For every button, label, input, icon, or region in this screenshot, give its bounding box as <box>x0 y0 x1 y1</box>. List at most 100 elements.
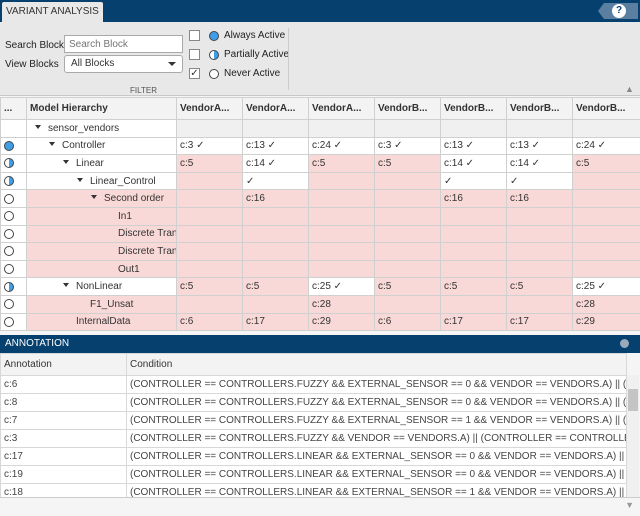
hierarchy-cell[interactable]: Linear_Control <box>26 171 177 191</box>
table-row[interactable]: NonLinear c:5 c:5 c:25 ✓ c:5 c:5 c:5 c:25 ✓ <box>0 277 640 296</box>
variant-cell <box>374 189 441 208</box>
variant-cell <box>506 259 573 279</box>
help-button[interactable]: ? <box>598 3 638 19</box>
block-name: Out1 <box>118 263 140 275</box>
variant-cell <box>308 206 375 226</box>
variant-cell <box>308 189 375 208</box>
expand-triangle-icon[interactable] <box>35 124 41 132</box>
hierarchy-cell[interactable]: Controller <box>26 136 177 156</box>
table-row[interactable]: Discrete Trans <box>0 242 640 261</box>
table-row[interactable]: Discrete Trans <box>0 224 640 244</box>
hierarchy-cell[interactable]: Discrete Trans <box>26 224 177 244</box>
hierarchy-cell[interactable]: sensor_vendors <box>26 119 177 138</box>
annotation-row[interactable]: c:7 (CONTROLLER == CONTROLLERS.FUZZY && E… <box>0 411 627 430</box>
table-row[interactable]: Out1 <box>0 259 640 279</box>
expand-triangle-icon[interactable] <box>63 283 69 290</box>
partial-active-icon <box>4 158 14 169</box>
partially-active-checkbox[interactable] <box>189 49 200 60</box>
status-cell <box>0 242 27 261</box>
expand-triangle-icon[interactable] <box>91 195 97 202</box>
annotation-cell: c:7 <box>0 411 127 430</box>
variant-cell: ✓ <box>440 171 507 191</box>
annotation-cell: c:8 <box>0 393 127 412</box>
variant-cell <box>506 294 573 314</box>
column-header[interactable]: VendorA... <box>308 97 375 120</box>
column-header[interactable]: VendorA... <box>176 97 243 120</box>
column-header[interactable]: ... <box>0 97 27 120</box>
view-blocks-dropdown[interactable]: All Blocks <box>64 55 183 73</box>
annotation-row[interactable]: c:17 (CONTROLLER == CONTROLLERS.LINEAR &&… <box>0 447 627 466</box>
variant-cell: c:16 <box>242 189 309 208</box>
table-row[interactable]: sensor_vendors <box>0 119 640 138</box>
table-row[interactable]: In1 <box>0 206 640 226</box>
hierarchy-cell[interactable]: F1_Unsat <box>26 294 177 314</box>
column-header[interactable]: VendorB... <box>506 97 573 120</box>
hierarchy-cell[interactable]: Discrete Trans <box>26 242 177 261</box>
table-row[interactable]: Linear_Control ✓ ✓ ✓ <box>0 171 640 191</box>
status-cell <box>0 224 27 244</box>
column-header[interactable]: Condition <box>126 353 627 376</box>
column-header[interactable]: VendorB... <box>440 97 507 120</box>
expand-triangle-icon[interactable] <box>49 142 55 149</box>
expand-panel-icon[interactable]: ▼ <box>625 500 634 510</box>
annotation-row[interactable]: c:6 (CONTROLLER == CONTROLLERS.FUZZY && E… <box>0 375 627 394</box>
table-row[interactable]: Controller c:3 ✓ c:13 ✓ c:24 ✓ c:3 ✓ c:13 ✓ c:… <box>0 136 640 156</box>
hierarchy-cell[interactable]: InternalData <box>26 312 177 332</box>
block-name: In1 <box>118 210 132 222</box>
variant-cell <box>308 119 375 138</box>
hierarchy-cell[interactable]: In1 <box>26 206 177 226</box>
variant-cell: c:13 ✓ <box>242 136 309 156</box>
never-active-checkbox[interactable]: ✓ <box>189 68 200 79</box>
column-header[interactable]: Model Hierarchy <box>26 97 177 120</box>
annotation-row[interactable]: c:3 (CONTROLLER == CONTROLLERS.FUZZY && V… <box>0 429 627 448</box>
always-active-checkbox[interactable] <box>189 30 200 41</box>
table-row[interactable]: Linear c:5 c:14 ✓ c:5 c:5 c:14 ✓ c:14 ✓ c:5 <box>0 154 640 173</box>
block-name: Linear_Control <box>90 175 156 187</box>
variant-cell <box>242 242 309 261</box>
variant-cell <box>242 224 309 244</box>
hierarchy-cell[interactable]: NonLinear <box>26 277 177 296</box>
variant-cell: c:25 ✓ <box>572 277 640 296</box>
never-active-icon <box>209 69 219 79</box>
variant-cell <box>176 242 243 261</box>
variant-cell <box>308 224 375 244</box>
table-row[interactable]: Second order c:16 c:16 c:16 <box>0 189 640 208</box>
tab-variant-analysis[interactable]: VARIANT ANALYSIS <box>2 2 103 22</box>
table-row[interactable]: InternalData c:6 c:17 c:29 c:6 c:17 c:17 c:29 <box>0 312 640 332</box>
filter-section-label: FILTER <box>130 86 157 95</box>
column-header[interactable]: VendorB... <box>572 97 640 120</box>
variant-cell <box>176 119 243 138</box>
table-row[interactable]: F1_Unsat c:28 c:28 <box>0 294 640 314</box>
expand-triangle-icon[interactable] <box>63 159 69 167</box>
column-header[interactable]: Annotation <box>0 353 127 376</box>
variant-cell <box>176 189 243 208</box>
scrollbar-thumb[interactable] <box>628 389 638 411</box>
search-input[interactable] <box>64 35 183 53</box>
hierarchy-cell[interactable]: Linear <box>26 154 177 173</box>
variant-cell <box>374 224 441 244</box>
variant-cell: ✓ <box>506 171 573 191</box>
variant-cell: c:5 <box>176 277 243 296</box>
variant-cell: c:5 <box>440 277 507 296</box>
collapse-toolstrip-icon[interactable]: ▲ <box>625 84 634 94</box>
partially-active-label: Partially Active <box>224 49 290 60</box>
variant-cell <box>176 224 243 244</box>
block-name: sensor_vendors <box>48 122 120 134</box>
status-cell <box>0 154 27 173</box>
annotation-row[interactable]: c:19 (CONTROLLER == CONTROLLERS.LINEAR &&… <box>0 465 627 484</box>
annotation-table: Annotation Condition c:6 (CONTROLLER == CON… <box>0 353 627 502</box>
variant-cell: c:6 <box>374 312 441 332</box>
hierarchy-cell[interactable]: Second order <box>26 189 177 208</box>
expand-triangle-icon[interactable] <box>77 177 83 185</box>
block-name: InternalData <box>76 316 131 328</box>
variant-cell <box>374 259 441 279</box>
hierarchy-cell[interactable]: Out1 <box>26 259 177 279</box>
annotation-row[interactable]: c:8 (CONTROLLER == CONTROLLERS.FUZZY && E… <box>0 393 627 412</box>
close-panel-icon[interactable] <box>620 339 629 348</box>
variant-cell: c:5 <box>374 277 441 296</box>
variant-cell: c:29 <box>572 312 640 332</box>
column-header[interactable]: VendorB... <box>374 97 441 120</box>
column-header[interactable]: VendorA... <box>242 97 309 120</box>
variant-cell: c:17 <box>440 312 507 332</box>
variant-cell: c:16 <box>506 189 573 208</box>
